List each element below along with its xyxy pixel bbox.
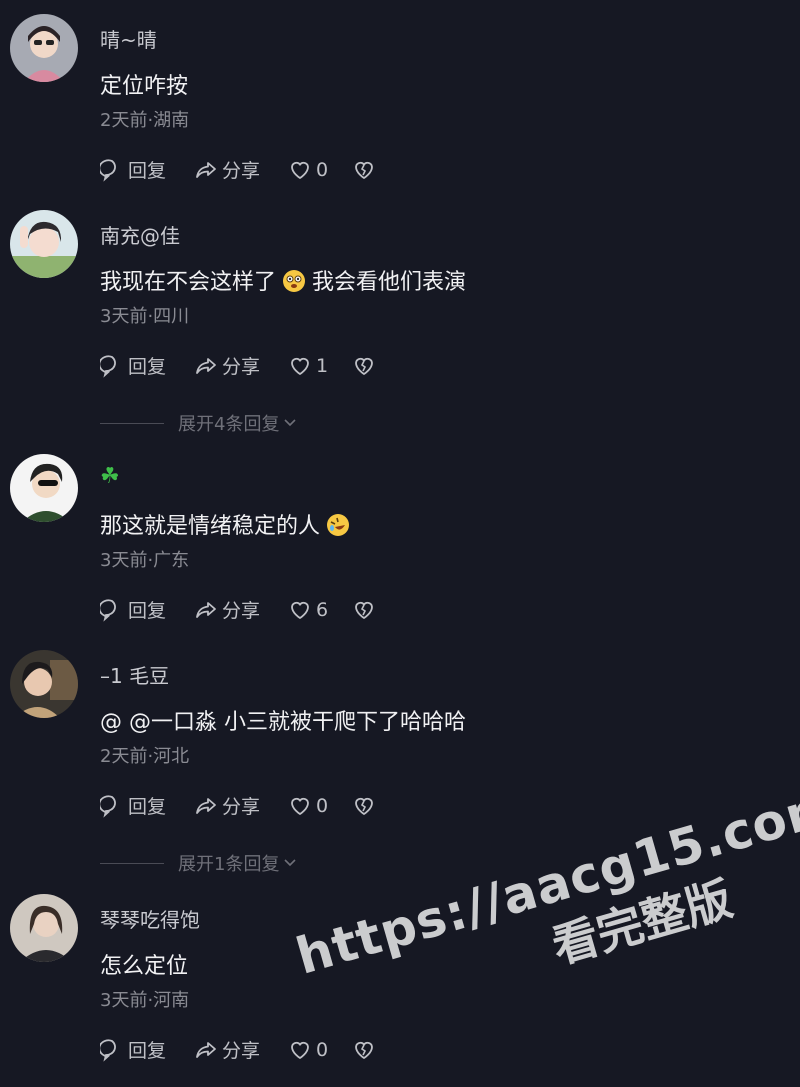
like-count: 0	[316, 1038, 329, 1061]
like-count: 1	[316, 354, 329, 377]
like-count: 0	[316, 158, 329, 181]
share-icon	[196, 797, 216, 814]
broken-heart-icon	[355, 1041, 374, 1059]
comment-username[interactable]: –1 毛豆	[100, 660, 169, 689]
like-button[interactable]: 6	[288, 598, 328, 622]
share-icon	[196, 601, 216, 618]
reply-label: 回复	[128, 1040, 167, 1062]
comment-actions: 回复 分享 0	[100, 1036, 404, 1063]
comment-username[interactable]: 南充@佳	[100, 220, 180, 249]
reply-label: 回复	[128, 796, 167, 818]
dislike-button[interactable]	[352, 354, 376, 378]
comment-username[interactable]: 晴~晴	[100, 24, 157, 53]
reply-label: 回复	[128, 160, 167, 182]
divider-line	[100, 422, 164, 424]
broken-heart-icon	[355, 161, 374, 179]
reply-button[interactable]: 回复	[100, 792, 166, 819]
avatar[interactable]	[10, 210, 78, 278]
heart-icon	[291, 357, 309, 375]
chevron-down-icon	[284, 419, 297, 427]
comment-text: 我现在不会这样了 我会看他们表演	[100, 264, 466, 296]
avatar[interactable]	[10, 894, 78, 962]
share-label: 分享	[222, 1040, 261, 1062]
comment-text-part: 那这就是情绪稳定的人	[100, 514, 321, 539]
avatar[interactable]	[10, 650, 78, 718]
comment-text: 那这就是情绪稳定的人	[100, 508, 356, 540]
share-button[interactable]: 分享	[194, 156, 260, 183]
expand-replies-label: 展开4条回复	[178, 414, 280, 435]
broken-heart-icon	[355, 357, 374, 375]
share-label: 分享	[222, 160, 261, 182]
like-count: 6	[316, 598, 329, 621]
heart-icon	[291, 161, 309, 179]
dislike-button[interactable]	[352, 598, 376, 622]
avatar[interactable]	[10, 14, 78, 82]
share-button[interactable]: 分享	[194, 1036, 260, 1063]
heart-icon	[291, 1041, 309, 1059]
comment-text: 定位咋按	[100, 74, 189, 99]
reply-button[interactable]: 回复	[100, 352, 166, 379]
comment-meta: 3天前·河南	[100, 990, 190, 1011]
like-button[interactable]: 0	[288, 794, 328, 818]
like-count: 0	[316, 794, 329, 817]
reply-label: 回复	[128, 600, 167, 622]
comment-text: 怎么定位	[100, 954, 189, 979]
share-button[interactable]: 分享	[194, 792, 260, 819]
comment-meta: 3天前·四川	[100, 306, 190, 327]
comment-actions: 回复 分享 1	[100, 352, 404, 379]
like-button[interactable]: 0	[288, 1038, 328, 1062]
share-label: 分享	[222, 796, 261, 818]
share-button[interactable]: 分享	[194, 352, 260, 379]
comment-text-part: 我会看他们表演	[312, 270, 467, 295]
comment-actions: 回复 分享 6	[100, 596, 404, 623]
expand-replies-label: 展开1条回复	[178, 854, 280, 875]
dislike-button[interactable]	[352, 794, 376, 818]
comment-meta: 2天前·河北	[100, 746, 190, 767]
share-icon	[196, 1041, 216, 1058]
reply-button[interactable]: 回复	[100, 1036, 166, 1063]
comment-text-part: 我现在不会这样了	[100, 270, 277, 295]
comment-actions: 回复 分享 0	[100, 156, 404, 183]
like-button[interactable]: 0	[288, 158, 328, 182]
watermark-subtitle: 看完整版	[546, 871, 739, 974]
reply-button[interactable]: 回复	[100, 156, 166, 183]
reply-button[interactable]: 回复	[100, 596, 166, 623]
expand-replies-button[interactable]: 展开1条回复	[100, 850, 299, 876]
share-label: 分享	[222, 356, 261, 378]
comment-actions: 回复 分享 0	[100, 792, 404, 819]
comment-username[interactable]: 琴琴吃得饱	[100, 904, 200, 933]
reply-icon	[100, 794, 116, 818]
reply-icon	[100, 598, 116, 622]
comment-text: @ @一口淼 小三就被干爬下了哈哈哈	[100, 710, 466, 735]
dislike-button[interactable]	[352, 158, 376, 182]
share-button[interactable]: 分享	[194, 596, 260, 623]
heart-icon	[291, 797, 309, 815]
dizzy-face-emoji-icon	[283, 270, 306, 292]
reply-icon	[100, 158, 116, 182]
broken-heart-icon	[355, 601, 374, 619]
avatar[interactable]	[10, 454, 78, 522]
like-button[interactable]: 1	[288, 354, 328, 378]
reply-icon	[100, 1038, 116, 1062]
reply-icon	[100, 354, 116, 378]
rolling-laughing-emoji-icon	[327, 514, 350, 536]
divider-line	[100, 862, 164, 864]
reply-label: 回复	[128, 356, 167, 378]
expand-replies-button[interactable]: 展开4条回复	[100, 410, 299, 436]
heart-icon	[291, 601, 309, 619]
chevron-down-icon	[284, 859, 297, 867]
share-label: 分享	[222, 600, 261, 622]
share-icon	[196, 357, 216, 374]
broken-heart-icon	[355, 797, 374, 815]
comment-meta: 2天前·湖南	[100, 110, 190, 131]
comment-meta: 3天前·广东	[100, 550, 190, 571]
dislike-button[interactable]	[352, 1038, 376, 1062]
share-icon	[196, 161, 216, 178]
comment-username-shamrock[interactable]: ☘	[100, 464, 120, 489]
